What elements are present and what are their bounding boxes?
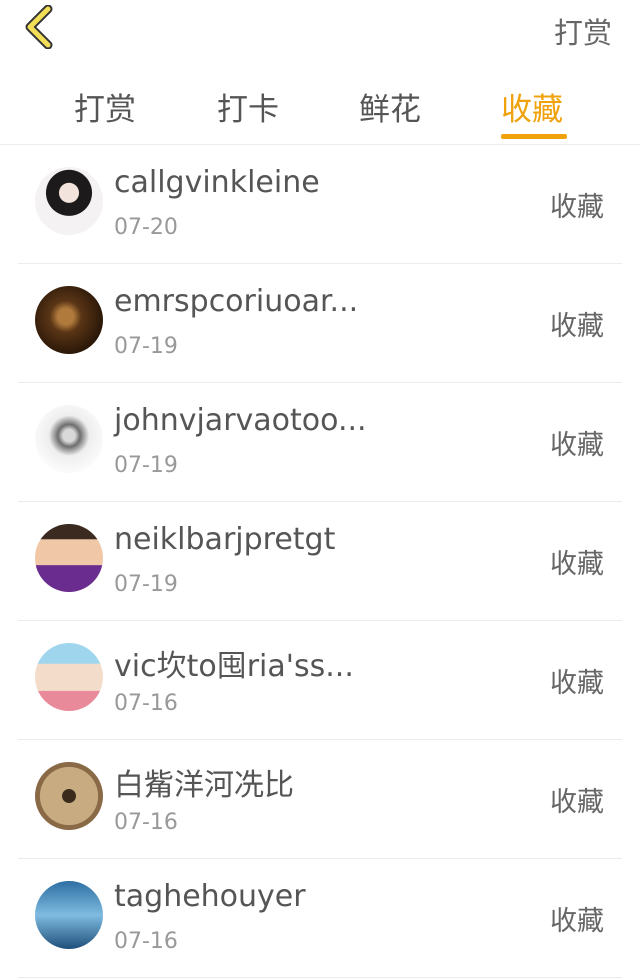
collect-date: 07-20 bbox=[114, 215, 178, 240]
collect-label: 收藏 bbox=[550, 906, 604, 937]
collect-date: 07-19 bbox=[114, 453, 178, 478]
collect-label: 收藏 bbox=[550, 787, 604, 818]
tab-bar: 打赏 打卡 鲜花 收藏 bbox=[0, 58, 640, 145]
user-name: taghehouyer bbox=[114, 879, 306, 914]
avatar bbox=[35, 762, 103, 830]
list-item[interactable]: callgvinkleine 07-20 收藏 bbox=[18, 145, 622, 264]
list-item[interactable]: vic坎to囤ria'ss... 07-16 收藏 bbox=[18, 621, 622, 740]
collector-list: callgvinkleine 07-20 收藏 emrspcoriuoar...… bbox=[0, 145, 640, 978]
collect-label: 收藏 bbox=[550, 192, 604, 223]
tab-checkin[interactable]: 打卡 bbox=[217, 84, 279, 129]
collect-date: 07-19 bbox=[114, 572, 178, 597]
tab-collect[interactable]: 收藏 bbox=[501, 84, 563, 129]
avatar bbox=[35, 167, 103, 235]
reward-button[interactable]: 打赏 bbox=[554, 10, 612, 52]
user-name: johnvjarvaotoo... bbox=[114, 403, 367, 438]
collect-label: 收藏 bbox=[550, 430, 604, 461]
collect-date: 07-16 bbox=[114, 691, 178, 716]
avatar bbox=[35, 881, 103, 949]
user-name: neiklbarjpretgt bbox=[114, 522, 336, 557]
collect-date: 07-19 bbox=[114, 334, 178, 359]
collect-date: 07-16 bbox=[114, 929, 178, 954]
avatar bbox=[35, 524, 103, 592]
collect-label: 收藏 bbox=[550, 668, 604, 699]
user-name: 白觜洋河冼比 bbox=[114, 768, 294, 803]
list-item[interactable]: taghehouyer 07-16 收藏 bbox=[18, 859, 622, 978]
back-button[interactable] bbox=[22, 4, 62, 50]
collect-label: 收藏 bbox=[550, 311, 604, 342]
active-tab-indicator bbox=[501, 134, 567, 139]
top-bar: 打赏 bbox=[0, 0, 640, 58]
list-item[interactable]: johnvjarvaotoo... 07-19 收藏 bbox=[18, 383, 622, 502]
collect-label: 收藏 bbox=[550, 549, 604, 580]
avatar bbox=[35, 643, 103, 711]
tab-flowers[interactable]: 鲜花 bbox=[359, 84, 421, 129]
avatar bbox=[35, 286, 103, 354]
tab-reward[interactable]: 打赏 bbox=[74, 84, 136, 129]
collect-date: 07-16 bbox=[114, 810, 178, 835]
user-name: vic坎to囤ria'ss... bbox=[114, 649, 354, 684]
chevron-left-icon bbox=[25, 4, 53, 50]
avatar bbox=[35, 405, 103, 473]
list-item[interactable]: emrspcoriuoar... 07-19 收藏 bbox=[18, 264, 622, 383]
user-name: emrspcoriuoar... bbox=[114, 284, 359, 319]
list-item[interactable]: neiklbarjpretgt 07-19 收藏 bbox=[18, 502, 622, 621]
user-name: callgvinkleine bbox=[114, 165, 320, 200]
list-item[interactable]: 白觜洋河冼比 07-16 收藏 bbox=[18, 740, 622, 859]
